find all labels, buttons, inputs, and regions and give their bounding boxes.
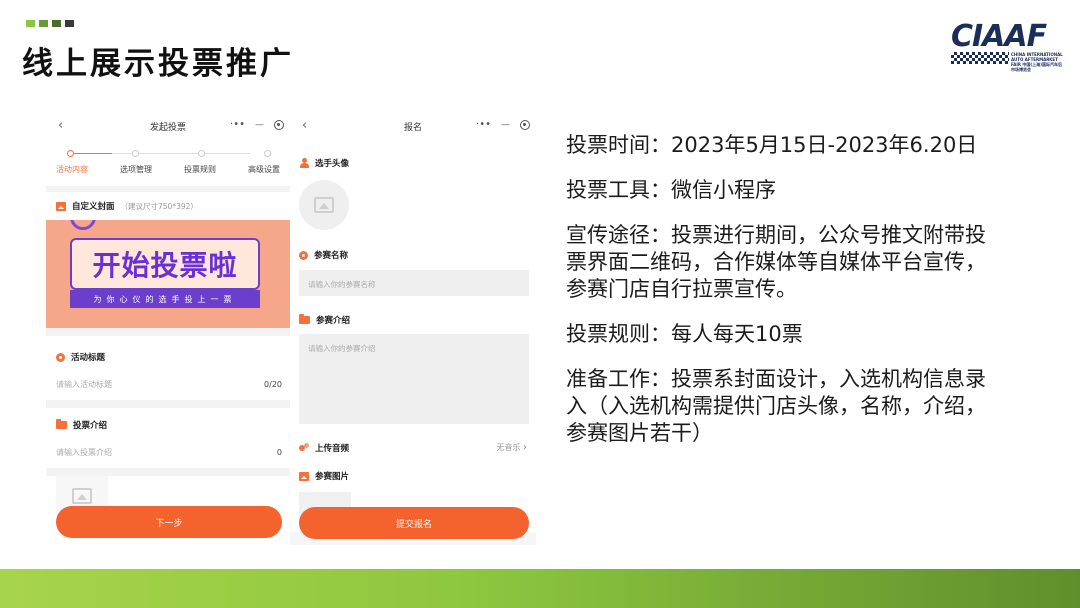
more-dots-icon[interactable]: ·•• (476, 119, 491, 130)
minimize-icon[interactable]: — (501, 120, 510, 130)
logo-mark: CIAAF (951, 19, 1047, 54)
title-icon (56, 352, 65, 362)
banner-title: 开始投票啦 (92, 249, 238, 282)
phone-screen-signup: ‹ 报名 ·•• — 选手头像 参赛名称 请输入你的参赛名称 参赛介绍 请输入你… (290, 110, 536, 545)
close-target-icon[interactable] (274, 119, 284, 130)
nav-bar: ‹ 发起投票 ·•• — (46, 110, 290, 142)
divider (46, 328, 290, 336)
banner-ring-decoration (70, 220, 96, 230)
person-icon (299, 158, 309, 168)
name-icon (299, 250, 308, 260)
step-dot-4 (264, 150, 271, 157)
cover-label: 自定义封面 (72, 202, 115, 212)
activity-title-input[interactable]: 请输入活动标题 0/20 (56, 379, 282, 390)
minimize-icon[interactable]: — (255, 120, 264, 130)
deco-square-3 (52, 20, 61, 27)
ciaaf-logo: CIAAF CHINA INTERNATIONAL AUTO AFTERMARK… (951, 19, 1063, 72)
divider (46, 186, 290, 192)
deco-square-1 (26, 20, 35, 27)
image-icon (299, 471, 309, 481)
vote-info: 投票时间：2023年5月15日-2023年6.20日 投票工具：微信小程序 宣传… (566, 132, 1006, 465)
more-dots-icon[interactable]: ·•• (230, 119, 245, 130)
cover-section-header: 自定义封面 （建议尺寸750*392） (56, 200, 198, 212)
vote-intro-label: 投票介绍 (73, 421, 108, 431)
logo-subtitle: CHINA INTERNATIONAL AUTO AFTERMARKET FAI… (1011, 52, 1063, 72)
audio-value-text: 无音乐 (496, 443, 521, 452)
logo-checker-pattern (951, 52, 1009, 64)
info-channels: 宣传途径：投票进行期间，公众号推文附带投票界面二维码，合作媒体等自媒体平台宣传，… (566, 223, 986, 301)
audio-label: 上传音频 (315, 444, 350, 454)
vote-intro-header: 投票介绍 (56, 419, 107, 431)
step-dot-3 (198, 150, 205, 157)
step-line-active (70, 153, 112, 154)
divider (46, 400, 290, 408)
images-header: 参赛图片 (299, 470, 349, 482)
nav-bar: ‹ 报名 ·•• — (290, 110, 536, 142)
step-progress: 活动内容 选项管理 投票规则 高级设置 (46, 142, 290, 186)
tab-advanced-settings[interactable]: 高级设置 (248, 164, 280, 175)
tab-activity-content[interactable]: 活动内容 (56, 164, 88, 175)
cover-banner[interactable]: 开始投票啦 为你心仪的选手投上一票 (46, 220, 290, 328)
submit-signup-button[interactable]: 提交报名 (299, 507, 529, 539)
chevron-right-icon: › (523, 442, 527, 453)
back-chevron-icon[interactable]: ‹ (58, 118, 63, 133)
banner-card: 开始投票啦 (70, 238, 260, 290)
intro-textarea[interactable]: 请输入你的参赛介绍 (299, 334, 529, 424)
cover-size-hint: （建议尺寸750*392） (120, 201, 198, 211)
name-label: 参赛名称 (314, 251, 349, 261)
deco-square-4 (65, 20, 74, 27)
image-icon (56, 201, 66, 211)
nav-title: 发起投票 (149, 122, 186, 133)
add-image-icon (72, 488, 92, 504)
info-preparation: 准备工作：投票系封面设计，入选机构信息录入（入选机构需提供门店头像，名称，介绍，… (566, 367, 986, 445)
tab-vote-rules[interactable]: 投票规则 (184, 164, 216, 175)
step-dot-2 (132, 150, 139, 157)
vote-intro-placeholder: 请输入投票介绍 (56, 448, 112, 457)
avatar-label: 选手头像 (315, 159, 350, 169)
audio-value[interactable]: 无音乐 › (496, 442, 527, 453)
images-label: 参赛图片 (315, 472, 350, 482)
activity-title-counter: 0/20 (264, 380, 282, 389)
avatar-header: 选手头像 (299, 157, 349, 169)
banner-subtitle: 为你心仪的选手投上一票 (70, 290, 260, 308)
close-target-icon[interactable] (520, 119, 530, 130)
name-input[interactable]: 请输入你的参赛名称 (299, 270, 529, 296)
vote-intro-input[interactable]: 请输入投票介绍 0 (56, 447, 282, 458)
audio-header[interactable]: 上传音频 (299, 442, 349, 454)
intro-label: 参赛介绍 (316, 316, 351, 326)
back-chevron-icon[interactable]: ‹ (302, 118, 307, 133)
phone-screen-create-vote: ‹ 发起投票 ·•• — 活动内容 选项管理 投票规则 高级设置 自定义封面 （… (46, 110, 290, 545)
mini-program-capsule: ·•• — (476, 119, 530, 130)
slide-title: 线上展示投票推广 (22, 46, 294, 82)
tab-option-management[interactable]: 选项管理 (120, 164, 152, 175)
info-time: 投票时间：2023年5月15日-2023年6.20日 (566, 133, 978, 157)
vote-intro-counter: 0 (276, 448, 282, 457)
nav-title: 报名 (403, 122, 422, 133)
activity-title-label: 活动标题 (71, 353, 106, 363)
mini-program-capsule: ·•• — (230, 119, 284, 130)
next-step-button[interactable]: 下一步 (56, 506, 282, 538)
add-image-icon (314, 197, 334, 213)
step-dot-1 (67, 150, 74, 157)
bottom-green-bar (0, 569, 1080, 608)
avatar-upload[interactable] (299, 180, 349, 230)
folder-icon (299, 314, 310, 324)
music-icon (299, 443, 309, 453)
activity-title-header: 活动标题 (56, 351, 105, 363)
info-tool: 投票工具：微信小程序 (566, 178, 776, 202)
name-header: 参赛名称 (299, 249, 348, 261)
activity-title-placeholder: 请输入活动标题 (56, 380, 112, 389)
title-decoration (26, 20, 74, 27)
info-rules: 投票规则：每人每天10票 (566, 322, 803, 346)
deco-square-2 (39, 20, 48, 27)
divider (46, 468, 290, 476)
intro-header: 参赛介绍 (299, 314, 350, 326)
folder-icon (56, 419, 67, 429)
